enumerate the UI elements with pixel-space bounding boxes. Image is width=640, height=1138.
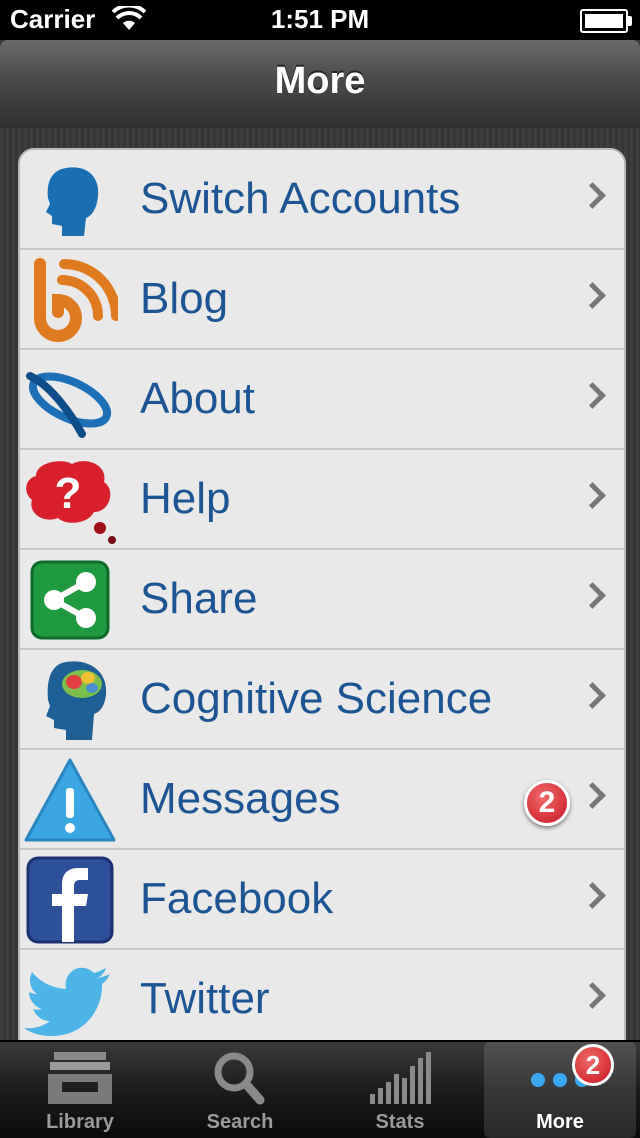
row-blog[interactable]: Blog	[20, 250, 624, 350]
tab-label: Stats	[375, 1111, 425, 1133]
more-menu-list: Switch Accounts Blog About ? Help Share …	[18, 148, 626, 1040]
chevron-right-icon	[579, 682, 606, 709]
twitter-bird-icon	[22, 956, 118, 1040]
chevron-right-icon	[579, 582, 606, 609]
tab-more[interactable]: 2 More	[484, 1042, 636, 1138]
row-about[interactable]: About	[20, 350, 624, 450]
inbox-tray-icon	[40, 1048, 120, 1108]
row-cognitive-science[interactable]: Cognitive Science	[20, 650, 624, 750]
clock: 1:51 PM	[270, 4, 370, 34]
warning-triangle-icon	[22, 756, 118, 844]
row-label: Facebook	[140, 874, 334, 923]
status-bar: Carrier 1:51 PM	[0, 0, 640, 40]
question-bubble-icon: ?	[22, 456, 118, 544]
tab-label: Library	[46, 1111, 114, 1133]
chevron-right-icon	[579, 982, 606, 1009]
magnifier-icon	[200, 1048, 280, 1108]
chevron-right-icon	[579, 382, 606, 409]
more-list-container[interactable]: Switch Accounts Blog About ? Help Share …	[0, 128, 640, 1040]
more-tab-badge: 2	[572, 1044, 614, 1086]
head-silhouette-icon	[22, 156, 118, 244]
tab-library[interactable]: Library	[0, 1042, 160, 1138]
row-label: About	[140, 374, 255, 423]
row-facebook[interactable]: Facebook	[20, 850, 624, 950]
row-label: Blog	[140, 274, 229, 323]
row-label: Switch Accounts	[140, 174, 461, 223]
navigation-bar: More	[0, 40, 640, 129]
tab-search[interactable]: Search	[160, 1042, 320, 1138]
rss-blog-icon	[22, 256, 121, 344]
chevron-right-icon	[579, 182, 606, 209]
bar-stats-icon	[360, 1048, 440, 1108]
tab-label: More	[536, 1111, 584, 1133]
row-switch-accounts[interactable]: Switch Accounts	[20, 150, 624, 250]
row-share[interactable]: Share	[20, 550, 624, 650]
row-label: Help	[140, 474, 231, 523]
tab-bar: Library Search Stats 2 More	[0, 1040, 640, 1138]
messages-count-badge: 2	[524, 780, 570, 826]
row-messages[interactable]: Messages 2	[20, 750, 624, 850]
row-label: Messages	[140, 774, 341, 823]
chevron-right-icon	[579, 782, 606, 809]
row-twitter[interactable]: Twitter	[20, 950, 624, 1040]
chevron-right-icon	[579, 882, 606, 909]
page-title: More	[274, 60, 366, 102]
tab-stats[interactable]: Stats	[320, 1042, 480, 1138]
row-label: Twitter	[140, 974, 270, 1023]
share-icon	[22, 556, 118, 644]
tab-label: Search	[206, 1111, 274, 1133]
chevron-right-icon	[579, 482, 606, 509]
facebook-icon	[22, 856, 118, 944]
chevron-right-icon	[579, 282, 606, 309]
battery-icon	[580, 9, 632, 33]
row-label: Cognitive Science	[140, 674, 493, 723]
row-help[interactable]: ? Help	[20, 450, 624, 550]
orbit-logo-icon	[22, 356, 118, 444]
row-label: Share	[140, 574, 258, 623]
svg-text:?: ?	[55, 469, 82, 518]
brain-head-icon	[22, 656, 118, 744]
